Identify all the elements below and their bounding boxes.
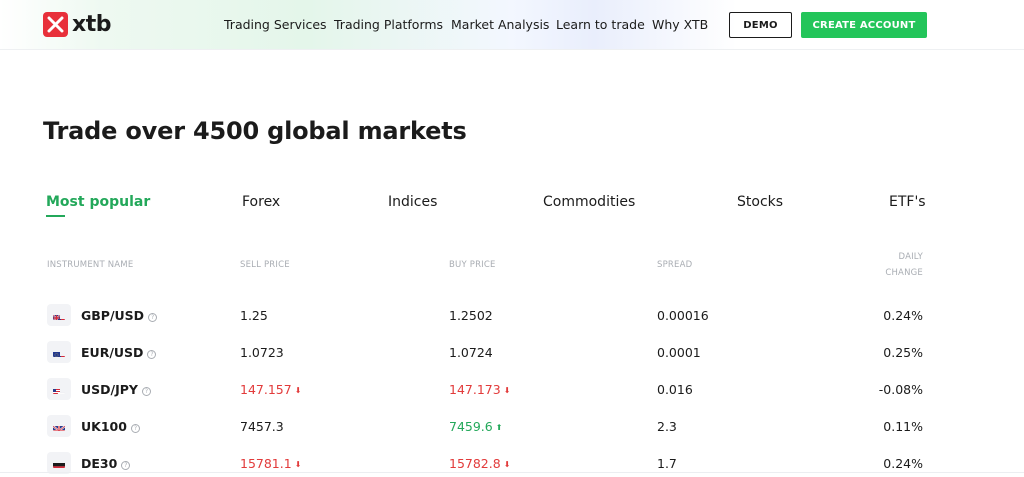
table-row[interactable]: UK100? 7457.3 7459.6 ⬆ 2.3 0.11% bbox=[0, 408, 1024, 445]
arrow-down-icon: ⬇ bbox=[294, 386, 302, 395]
flag-icon bbox=[47, 378, 71, 400]
tab-commodities[interactable]: Commodities bbox=[543, 194, 635, 210]
info-icon[interactable]: ? bbox=[121, 461, 131, 470]
sell-price-value: 15781.1 bbox=[240, 456, 292, 471]
nav-learn-to-trade[interactable]: Learn to trade bbox=[556, 16, 645, 34]
buy-price-value: 1.2502 bbox=[449, 308, 493, 323]
sell-price-value: 7457.3 bbox=[240, 419, 284, 434]
sell-price[interactable]: 15781.1 ⬇ bbox=[240, 456, 301, 471]
instrument-label: DE30 bbox=[81, 456, 118, 471]
nav-why-xtb[interactable]: Why XTB bbox=[652, 16, 708, 34]
header-spread: SPREAD bbox=[657, 260, 693, 270]
buy-price-value: 1.0724 bbox=[449, 345, 493, 360]
buy-price-value: 147.173 bbox=[449, 382, 501, 397]
site-header: xtb Trading Services Trading Platforms M… bbox=[0, 0, 1024, 50]
sell-price[interactable]: 1.25 bbox=[240, 308, 268, 323]
spread-value: 0.016 bbox=[657, 382, 693, 397]
info-icon[interactable]: ? bbox=[148, 313, 158, 322]
arrow-down-icon: ⬇ bbox=[294, 460, 302, 469]
xtb-logo[interactable]: xtb bbox=[43, 12, 111, 37]
instrument-label: GBP/USD bbox=[81, 308, 145, 323]
sell-price[interactable]: 1.0723 bbox=[240, 345, 284, 360]
sell-price[interactable]: 7457.3 bbox=[240, 419, 284, 434]
tab-most-popular[interactable]: Most popular bbox=[46, 194, 150, 210]
header-sell-price: SELL PRICE bbox=[240, 260, 290, 270]
table-row[interactable]: USD/JPY? 147.157 ⬇ 147.173 ⬇ 0.016 -0.08% bbox=[0, 371, 1024, 408]
spread-value: 0.00016 bbox=[657, 308, 709, 323]
sell-price-value: 147.157 bbox=[240, 382, 292, 397]
tab-indices[interactable]: Indices bbox=[388, 194, 437, 210]
sell-price-value: 1.25 bbox=[240, 308, 268, 323]
header-buy-price: BUY PRICE bbox=[449, 260, 496, 270]
nav-trading-services[interactable]: Trading Services bbox=[224, 16, 327, 34]
arrow-up-icon: ⬆ bbox=[495, 423, 503, 432]
flag-icon bbox=[47, 341, 71, 363]
buy-price[interactable]: 1.2502 bbox=[449, 308, 493, 323]
table-row[interactable]: EUR/USD? 1.0723 1.0724 0.0001 0.25% bbox=[0, 334, 1024, 371]
flag-icon bbox=[47, 452, 71, 474]
flag-icon bbox=[47, 415, 71, 437]
arrow-down-icon: ⬇ bbox=[503, 460, 511, 469]
instrument-name[interactable]: GBP/USD? bbox=[81, 308, 158, 323]
arrow-down-icon: ⬇ bbox=[503, 386, 511, 395]
spread-value: 2.3 bbox=[657, 419, 677, 434]
header-daily-line2: CHANGE bbox=[885, 268, 923, 278]
flag-icon bbox=[47, 304, 71, 326]
buy-price[interactable]: 147.173 ⬇ bbox=[449, 382, 510, 397]
create-account-button[interactable]: CREATE ACCOUNT bbox=[801, 12, 927, 38]
buy-price-value: 15782.8 bbox=[449, 456, 501, 471]
daily-change-value: 0.24% bbox=[883, 308, 923, 323]
spread-value: 1.7 bbox=[657, 456, 677, 471]
daily-change-value: 0.11% bbox=[883, 419, 923, 434]
xtb-logo-icon bbox=[43, 12, 68, 37]
instrument-name[interactable]: DE30? bbox=[81, 456, 131, 471]
instrument-name[interactable]: USD/JPY? bbox=[81, 382, 151, 397]
buy-price[interactable]: 1.0724 bbox=[449, 345, 493, 360]
instrument-label: USD/JPY bbox=[81, 382, 138, 397]
daily-change-value: 0.24% bbox=[883, 456, 923, 471]
sell-price[interactable]: 147.157 ⬇ bbox=[240, 382, 301, 397]
info-icon[interactable]: ? bbox=[130, 424, 140, 433]
logo-text: xtb bbox=[72, 12, 111, 37]
info-icon[interactable]: ? bbox=[147, 350, 157, 359]
buy-price[interactable]: 15782.8 ⬇ bbox=[449, 456, 510, 471]
active-tab-indicator bbox=[46, 215, 65, 217]
page-title: Trade over 4500 global markets bbox=[43, 117, 467, 145]
demo-button[interactable]: DEMO bbox=[729, 12, 792, 38]
sell-price-value: 1.0723 bbox=[240, 345, 284, 360]
instrument-label: UK100 bbox=[81, 419, 127, 434]
header-daily-line1: DAILY bbox=[898, 252, 923, 262]
instrument-name[interactable]: UK100? bbox=[81, 419, 140, 434]
instrument-label: EUR/USD bbox=[81, 345, 144, 360]
nav-market-analysis[interactable]: Market Analysis bbox=[451, 16, 549, 34]
buy-price[interactable]: 7459.6 ⬆ bbox=[449, 419, 502, 434]
nav-trading-platforms[interactable]: Trading Platforms bbox=[334, 16, 443, 34]
table-row[interactable]: GBP/USD? 1.25 1.2502 0.00016 0.24% bbox=[0, 297, 1024, 334]
daily-change-value: 0.25% bbox=[883, 345, 923, 360]
buy-price-value: 7459.6 bbox=[449, 419, 493, 434]
daily-change-value: -0.08% bbox=[878, 382, 923, 397]
instrument-name[interactable]: EUR/USD? bbox=[81, 345, 157, 360]
tab-stocks[interactable]: Stocks bbox=[737, 194, 783, 210]
header-instrument: INSTRUMENT NAME bbox=[47, 260, 134, 270]
tab-etfs[interactable]: ETF's bbox=[889, 194, 926, 210]
bottom-divider bbox=[0, 472, 1024, 473]
info-icon[interactable]: ? bbox=[141, 387, 151, 396]
tab-forex[interactable]: Forex bbox=[242, 194, 280, 210]
spread-value: 0.0001 bbox=[657, 345, 701, 360]
